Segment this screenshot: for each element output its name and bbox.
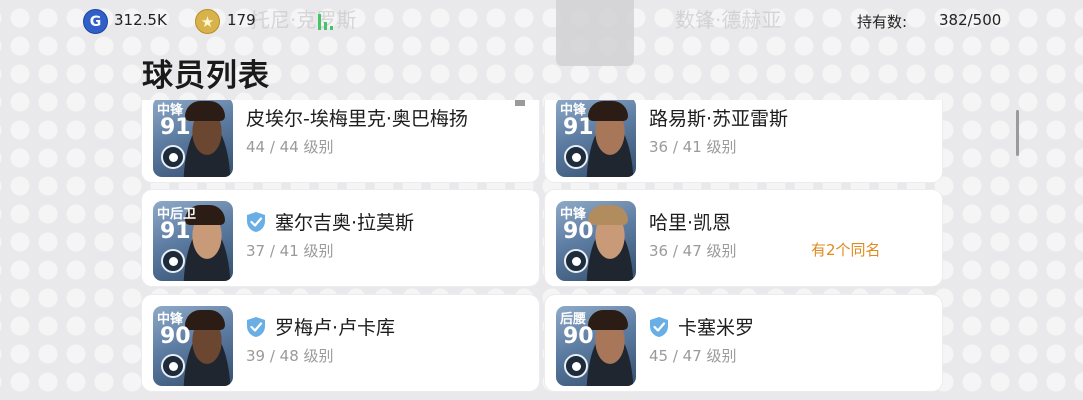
verified-shield-icon [247,317,265,337]
gp-balance: 312.5K [114,11,167,29]
player-level: 36 / 47 级别 [649,242,737,260]
player-level: 39 / 48 级别 [246,347,334,365]
player-card[interactable]: 中锋 90 罗梅卢·卢卡库 39 / 48 级别 [142,295,539,391]
card-marker [515,100,525,106]
player-level: 45 / 47 级别 [649,347,737,365]
team-badge-icon [564,145,588,169]
player-portrait: 中锋 91 [556,100,636,177]
coin-balance: 179 [227,11,256,29]
team-badge-icon [564,249,588,273]
player-list[interactable]: 中锋 91 皮埃尔-埃梅里克·奥巴梅扬 44 / 44 级别 中锋 91 路易斯… [0,100,1083,400]
player-card[interactable]: 中锋 91 皮埃尔-埃梅里克·奥巴梅扬 44 / 44 级别 [142,100,539,182]
player-name: 哈里·凯恩 [649,212,732,234]
player-name: 卡塞米罗 [678,317,755,339]
page-title: 球员列表 [142,58,270,94]
player-level: 44 / 44 级别 [246,138,334,156]
player-name: 路易斯·苏亚雷斯 [649,108,789,130]
player-rating: 91 [160,115,191,140]
gp-coin-icon: G [83,9,108,34]
top-bar: G 312.5K ★ 179 持有数: 382/500 [0,0,1083,44]
player-portrait: 后腰 90 [556,306,636,386]
player-level: 36 / 41 级别 [649,138,737,156]
player-rating: 90 [563,219,594,244]
team-badge-icon [161,354,185,378]
player-portrait: 中锋 90 [556,201,636,281]
team-badge-icon [564,354,588,378]
team-badge-icon [161,145,185,169]
verified-shield-icon [650,317,668,337]
signal-icon [318,12,336,30]
list-scrollbar[interactable] [1016,110,1019,156]
holding-label: 持有数: [857,13,908,31]
player-card[interactable]: 后腰 90 卡塞米罗 45 / 47 级别 [545,295,942,391]
player-rating: 91 [563,115,594,140]
player-rating: 90 [160,324,191,349]
holding-count: 382/500 [939,11,1002,29]
player-level: 37 / 41 级别 [246,242,334,260]
player-name: 罗梅卢·卢卡库 [275,317,396,339]
player-rating: 91 [160,219,191,244]
player-name: 塞尔吉奥·拉莫斯 [275,212,415,234]
team-badge-icon [161,249,185,273]
player-card[interactable]: 中锋 91 路易斯·苏亚雷斯 36 / 41 级别 [545,100,942,182]
player-portrait: 中锋 91 [153,100,233,177]
same-name-note: 有2个同名 [811,241,881,259]
star-coin-icon: ★ [195,9,220,34]
player-portrait: 中后卫 91 [153,201,233,281]
player-card[interactable]: 中锋 90 哈里·凯恩 36 / 47 级别 有2个同名 [545,190,942,286]
player-name: 皮埃尔-埃梅里克·奥巴梅扬 [246,108,468,130]
player-card[interactable]: 中后卫 91 塞尔吉奥·拉莫斯 37 / 41 级别 [142,190,539,286]
verified-shield-icon [247,212,265,232]
player-rating: 90 [563,324,594,349]
player-portrait: 中锋 90 [153,306,233,386]
